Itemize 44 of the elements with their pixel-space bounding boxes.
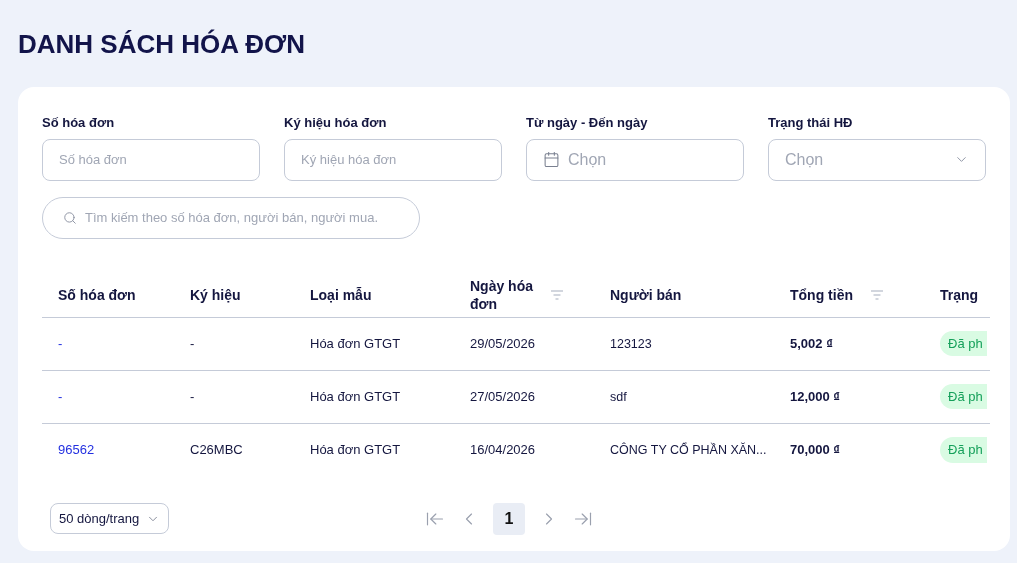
- status-badge: Đã ph: [940, 437, 987, 463]
- column-header[interactable]: Trạng: [940, 285, 979, 304]
- search-icon: [63, 210, 77, 225]
- field-label: Ký hiệu hóa đơn: [284, 114, 388, 132]
- page-size-select[interactable]: 50 dòng/trang: [50, 503, 169, 534]
- table-cell: 70,000 ₫: [790, 442, 841, 458]
- status-badge: Đã ph: [940, 330, 987, 357]
- page-title: DANH SÁCH HÓA ĐƠN: [18, 28, 306, 60]
- table-cell: 29/05/2026: [470, 335, 536, 351]
- table-cell: -: [190, 335, 195, 351]
- invoice-link[interactable]: -: [58, 388, 63, 404]
- table-cell: sdf: [610, 389, 627, 404]
- column-header[interactable]: Loại mẫu: [310, 285, 372, 304]
- table-cell: 16/04/2026: [470, 442, 536, 458]
- column-header[interactable]: Người bán: [610, 285, 682, 304]
- invoice-link[interactable]: -: [58, 335, 63, 351]
- table-cell: 12,000 ₫: [790, 388, 841, 404]
- page-button[interactable]: 1: [493, 502, 525, 535]
- filter-icon[interactable]: [870, 289, 884, 300]
- table-cell: 27/05/2026: [470, 388, 536, 404]
- column-header[interactable]: Số hóa đơn: [58, 285, 136, 304]
- placeholder-text: Số hóa đơn: [59, 150, 128, 169]
- field-label: Số hóa đơn: [42, 114, 116, 132]
- status-badge: Đã ph: [940, 383, 987, 410]
- table-cell: 5,002 ₫: [790, 335, 833, 351]
- invoice-link[interactable]: 96562: [58, 442, 95, 458]
- filter-icon[interactable]: [550, 289, 564, 300]
- table-cell: CÔNG TY CỔ PHẦN XĂN...: [610, 443, 767, 458]
- field-label: Trạng thái HĐ: [768, 114, 854, 132]
- table-cell: Hóa đơn GTGT: [310, 335, 401, 351]
- column-header[interactable]: Ngày hóa đơn: [470, 276, 594, 313]
- table-cell: 123123: [610, 336, 652, 351]
- calendar-icon: [543, 151, 560, 168]
- placeholder-text: Tìm kiếm theo số hóa đơn, người bán, người mua.: [85, 208, 378, 227]
- table-cell: -: [190, 388, 195, 404]
- column-header[interactable]: Tổng tiền: [790, 285, 924, 304]
- placeholder-text: Chọn: [568, 149, 608, 170]
- field-label: Từ ngày - Đến ngày: [526, 114, 649, 132]
- table-cell: Hóa đơn GTGT: [310, 442, 401, 458]
- table-cell: C26MBC: [190, 442, 243, 458]
- table-cell: Hóa đơn GTGT: [310, 388, 401, 404]
- placeholder-text: Chọn: [785, 149, 825, 170]
- column-header[interactable]: Ký hiệu: [190, 285, 241, 304]
- placeholder-text: Ký hiệu hóa đơn: [301, 150, 398, 169]
